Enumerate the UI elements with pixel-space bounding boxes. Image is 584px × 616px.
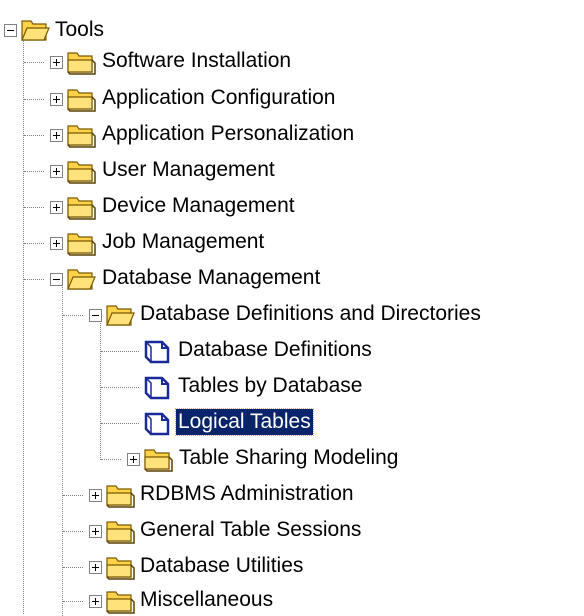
tree-connector xyxy=(63,601,83,602)
tree-node-label[interactable]: User Management xyxy=(100,157,277,183)
folder-icon xyxy=(66,85,96,113)
folder-open-icon xyxy=(20,16,50,44)
tree-connector xyxy=(24,207,44,208)
expand-toggle-icon[interactable] xyxy=(50,93,63,106)
tree-node-miscellaneous[interactable]: Miscellaneous xyxy=(0,584,584,616)
tree-connector xyxy=(24,171,44,172)
folder-icon xyxy=(105,481,135,509)
tree-node-label-selected[interactable]: Logical Tables xyxy=(175,408,314,436)
tree-node-label[interactable]: Tables by Database xyxy=(176,373,364,399)
expand-toggle-icon[interactable] xyxy=(89,595,102,608)
document-icon xyxy=(142,409,172,437)
folder-icon xyxy=(66,193,96,221)
tree-node-application-personalization[interactable]: Application Personalization xyxy=(0,118,584,154)
tree-view[interactable]: Tools Software Installation Application … xyxy=(0,0,584,616)
tree-node-label[interactable]: Database Management xyxy=(100,265,322,291)
collapse-toggle-icon[interactable] xyxy=(4,24,17,37)
tree-connector xyxy=(101,351,139,352)
folder-icon xyxy=(105,553,135,581)
folder-icon xyxy=(66,229,96,257)
tree-node-rdbms-administration[interactable]: RDBMS Administration xyxy=(0,478,584,514)
expand-toggle-icon[interactable] xyxy=(50,56,63,69)
folder-open-icon xyxy=(66,265,96,293)
expand-toggle-icon[interactable] xyxy=(50,129,63,142)
tree-node-label[interactable]: Miscellaneous xyxy=(138,587,275,613)
tree-connector xyxy=(24,99,44,100)
tree-node-label[interactable]: RDBMS Administration xyxy=(138,481,356,507)
tree-node-user-management[interactable]: User Management xyxy=(0,154,584,190)
tree-node-label[interactable]: Software Installation xyxy=(100,48,293,74)
tree-connector xyxy=(24,243,44,244)
tree-node-label[interactable]: Device Management xyxy=(100,193,297,219)
expand-toggle-icon[interactable] xyxy=(89,525,102,538)
tree-node-label[interactable]: Job Management xyxy=(100,229,266,255)
tree-connector xyxy=(63,315,83,316)
tree-connector xyxy=(24,279,44,280)
folder-icon xyxy=(66,157,96,185)
tree-node-label[interactable]: Application Personalization xyxy=(100,121,356,147)
collapse-toggle-icon[interactable] xyxy=(50,273,63,286)
tree-node-database-management[interactable]: Database Management xyxy=(0,262,584,298)
tree-node-application-configuration[interactable]: Application Configuration xyxy=(0,82,584,118)
expand-toggle-icon[interactable] xyxy=(89,561,102,574)
collapse-toggle-icon[interactable] xyxy=(89,309,102,322)
tree-connector xyxy=(101,387,139,388)
folder-icon xyxy=(105,517,135,545)
tree-connector xyxy=(101,423,139,424)
expand-toggle-icon[interactable] xyxy=(50,201,63,214)
folder-open-icon xyxy=(105,301,135,329)
tree-node-tables-by-database[interactable]: Tables by Database xyxy=(0,370,584,406)
expand-toggle-icon[interactable] xyxy=(89,489,102,502)
folder-icon xyxy=(105,587,135,615)
expand-toggle-icon[interactable] xyxy=(127,453,140,466)
tree-connector xyxy=(101,459,121,460)
tree-node-label[interactable]: Table Sharing Modeling xyxy=(177,445,400,471)
tree-node-database-definitions-and-directories[interactable]: Database Definitions and Directories xyxy=(0,298,584,334)
tree-node-table-sharing-modeling[interactable]: Table Sharing Modeling xyxy=(0,442,584,478)
folder-icon xyxy=(66,121,96,149)
folder-icon xyxy=(66,48,96,76)
tree-node-label[interactable]: Application Configuration xyxy=(100,85,337,111)
tree-node-logical-tables[interactable]: Logical Tables xyxy=(0,406,584,442)
document-icon xyxy=(142,373,172,401)
document-icon xyxy=(142,337,172,365)
tree-node-label[interactable]: Database Utilities xyxy=(138,553,305,579)
tree-connector xyxy=(63,567,83,568)
tree-connector xyxy=(24,62,44,63)
tree-connector xyxy=(63,531,83,532)
tree-node-device-management[interactable]: Device Management xyxy=(0,190,584,226)
tree-node-database-utilities[interactable]: Database Utilities xyxy=(0,550,584,586)
folder-icon xyxy=(143,445,173,473)
tree-connector xyxy=(24,135,44,136)
tree-node-label[interactable]: Database Definitions xyxy=(176,337,374,363)
tree-node-label[interactable]: Database Definitions and Directories xyxy=(138,301,483,327)
tree-node-general-table-sessions[interactable]: General Table Sessions xyxy=(0,514,584,550)
tree-node-label[interactable]: General Table Sessions xyxy=(138,517,363,543)
tree-connector xyxy=(63,495,83,496)
expand-toggle-icon[interactable] xyxy=(50,165,63,178)
tree-node-database-definitions[interactable]: Database Definitions xyxy=(0,334,584,370)
tree-node-label[interactable]: Tools xyxy=(53,17,106,43)
tree-node-job-management[interactable]: Job Management xyxy=(0,226,584,262)
expand-toggle-icon[interactable] xyxy=(50,237,63,250)
tree-node-software-installation[interactable]: Software Installation xyxy=(0,45,584,81)
